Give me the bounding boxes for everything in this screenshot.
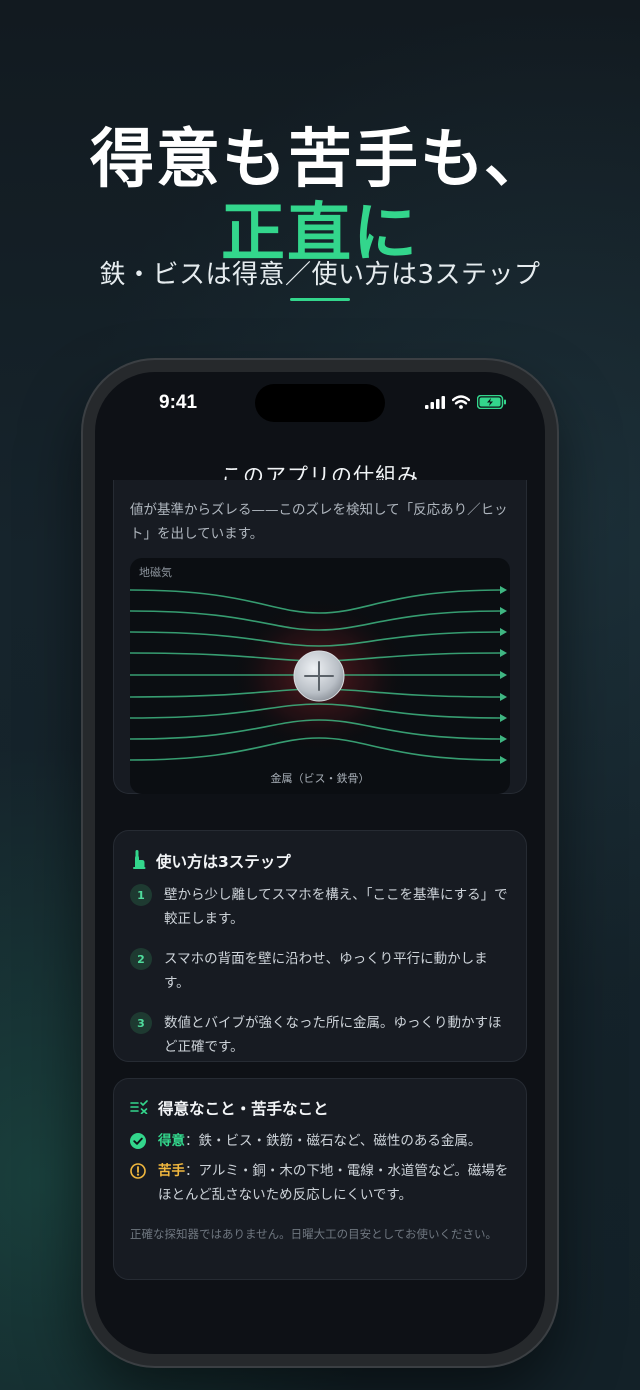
- bad-text: 苦手：アルミ・銅・木の下地・電線・水道管など。磁場をほとんど乱さないため反応しに…: [158, 1159, 512, 1207]
- step-number: 1: [130, 884, 152, 906]
- battery-charging-icon: [476, 394, 507, 413]
- step-text: スマホの背面を壁に沿わせ、ゆっくり平行に動かします。: [164, 951, 488, 991]
- field-lines-graphic: [130, 586, 507, 764]
- good-text: 得意：鉄・ビス・鉄筋・磁石など、磁性のある金属。: [158, 1129, 481, 1153]
- steps-list: 1 壁から少し離してスマホを構え、「ここを基準にする」で較正します。 2 スマホ…: [130, 883, 512, 1075]
- step-item: 2 スマホの背面を壁に沿わせ、ゆっくり平行に動かします。: [130, 947, 512, 995]
- status-icons: [425, 394, 507, 413]
- geomagnetism-label: 地磁気: [139, 566, 172, 579]
- good-description: ：鉄・ビス・鉄筋・磁石など、磁性のある金属。: [185, 1133, 482, 1149]
- magnetic-field-diagram: 地磁気 金属（ビス・鉄骨）: [130, 558, 510, 794]
- good-bad-card: 得意なこと・苦手なこと 得意：鉄・ビス・鉄筋・磁石など、磁性のある金属。 苦手：…: [113, 1078, 527, 1280]
- intro-text: 値が基準からズレる——このズレを検知して「反応あり／ヒット」を出しています。: [130, 502, 508, 542]
- good-bad-title: 得意なこと・苦手なこと: [158, 1100, 329, 1118]
- warning-circle-icon: [130, 1163, 148, 1207]
- finger-tap-icon: [130, 849, 146, 873]
- checklist-icon: [130, 1099, 148, 1118]
- disclaimer-text: 正確な探知器ではありません。日曜大工の目安としてお使いください。: [130, 1227, 497, 1241]
- phone-screen: 9:41 このアプリの仕組み 値が基準からズレる——このズレを検知して「反応あり…: [95, 372, 545, 1354]
- how-it-works-card: 値が基準からズレる——このズレを検知して「反応あり／ヒット」を出しています。 地…: [113, 480, 527, 794]
- bad-item: 苦手：アルミ・銅・木の下地・電線・水道管など。磁場をほとんど乱さないため反応しに…: [130, 1159, 512, 1207]
- bad-label: 苦手: [158, 1163, 185, 1179]
- scroll-content[interactable]: 値が基準からズレる——このズレを検知して「反応あり／ヒット」を出しています。 地…: [95, 480, 545, 1354]
- step-text: 壁から少し離してスマホを構え、「ここを基準にする」で較正します。: [164, 887, 508, 927]
- step-text: 数値とバイブが強くなった所に金属。ゆっくり動かすほど正確です。: [164, 1015, 502, 1055]
- good-label: 得意: [158, 1133, 185, 1149]
- step-number: 3: [130, 1012, 152, 1034]
- dynamic-island: [255, 384, 385, 422]
- check-circle-icon: [130, 1133, 148, 1153]
- phone-frame: 9:41 このアプリの仕組み 値が基準からズレる——このズレを検知して「反応あり…: [83, 360, 557, 1366]
- good-bad-list: 得意：鉄・ビス・鉄筋・磁石など、磁性のある金属。 苦手：アルミ・銅・木の下地・電…: [130, 1129, 512, 1213]
- step-item: 3 数値とバイブが強くなった所に金属。ゆっくり動かすほど正確です。: [130, 1011, 512, 1059]
- steps-header: 使い方は3ステップ: [130, 849, 291, 873]
- good-item: 得意：鉄・ビス・鉄筋・磁石など、磁性のある金属。: [130, 1129, 512, 1153]
- good-bad-header: 得意なこと・苦手なこと: [130, 1097, 329, 1119]
- status-time: 9:41: [159, 392, 198, 413]
- hero-subtitle: 鉄・ビスは得意／使い方は3ステップ: [99, 260, 541, 290]
- step-number: 2: [130, 948, 152, 970]
- cellular-signal-icon: [425, 394, 445, 413]
- hero-underline: [290, 298, 350, 301]
- metal-label: 金属（ビス・鉄骨）: [270, 772, 370, 785]
- steps-title: 使い方は3ステップ: [156, 853, 291, 871]
- step-item: 1 壁から少し離してスマホを構え、「ここを基準にする」で較正します。: [130, 883, 512, 931]
- bad-description: ：アルミ・銅・木の下地・電線・水道管など。磁場をほとんど乱さないため反応しにくい…: [158, 1163, 509, 1203]
- status-bar: 9:41: [95, 372, 545, 432]
- steps-card: 使い方は3ステップ 1 壁から少し離してスマホを構え、「ここを基準にする」で較正…: [113, 830, 527, 1062]
- wifi-icon: [451, 394, 471, 413]
